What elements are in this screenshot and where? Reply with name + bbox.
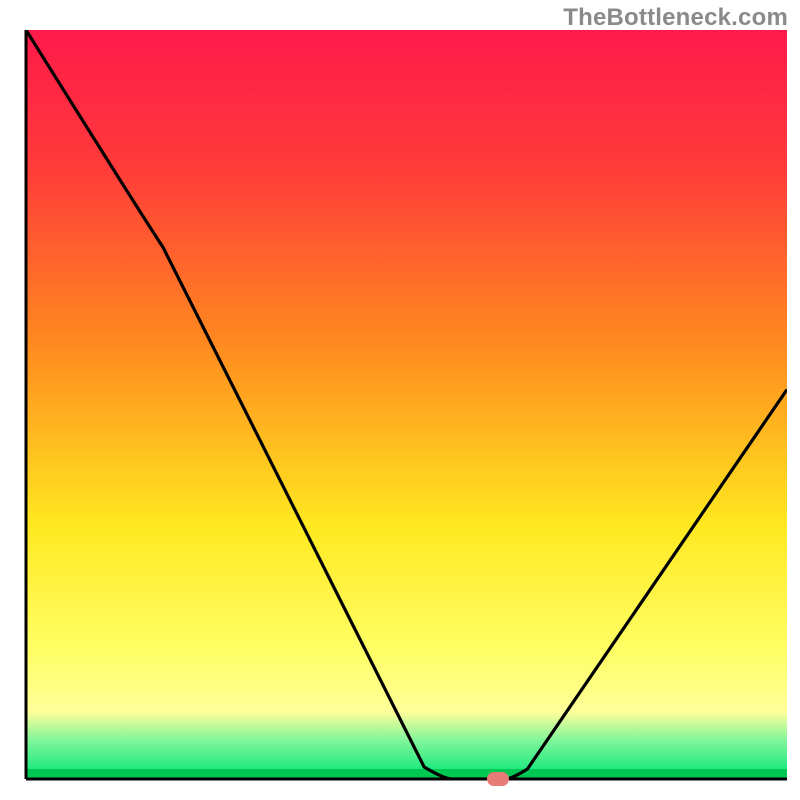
chart-container: { "watermark": "TheBottleneck.com", "col… [0,0,800,800]
watermark-text: TheBottleneck.com [563,4,788,32]
bottleneck-chart [0,0,800,800]
gradient-background [26,30,787,779]
optimal-point-marker [487,772,509,786]
